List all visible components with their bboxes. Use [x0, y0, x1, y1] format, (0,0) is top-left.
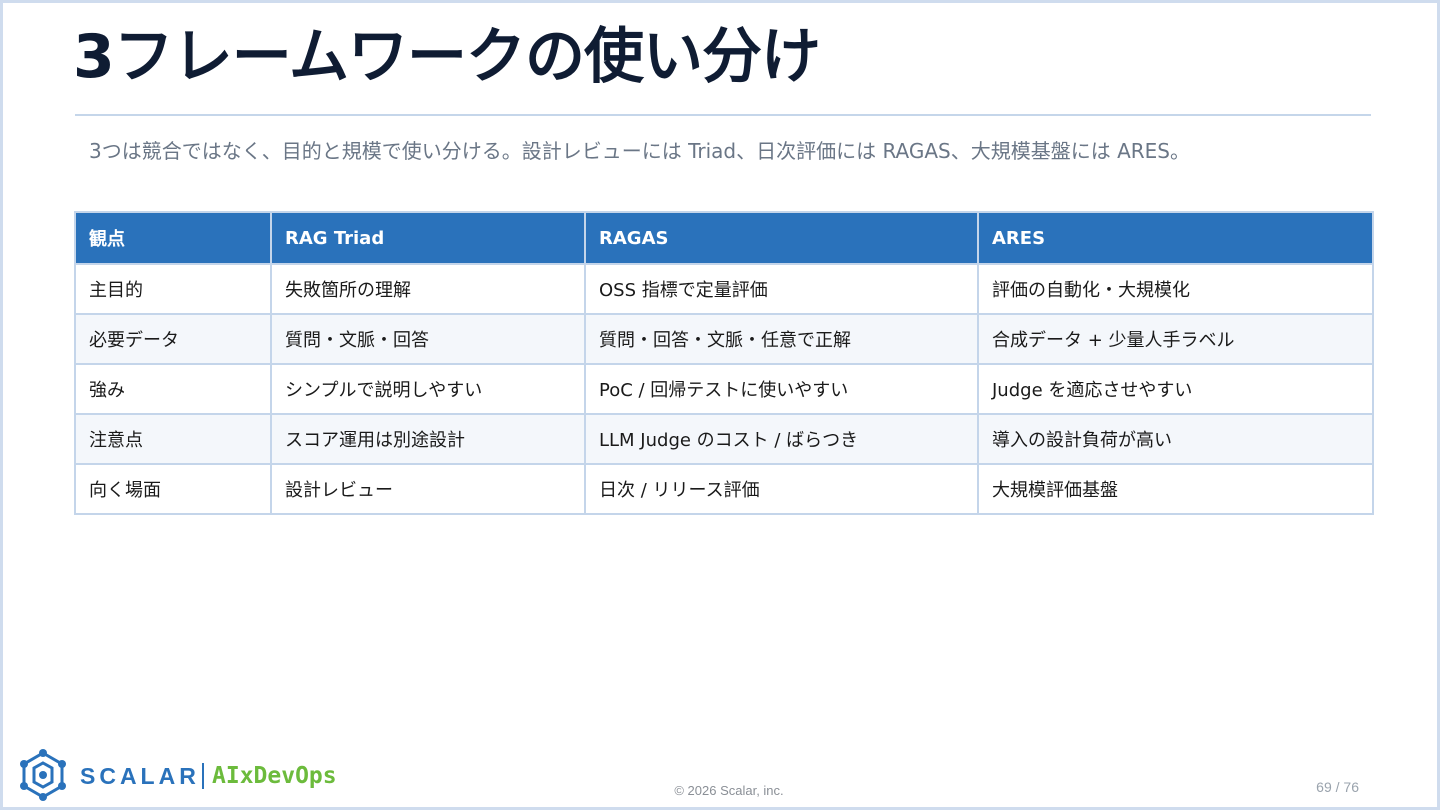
cell-ragas: OSS 指標で定量評価	[584, 263, 979, 315]
cell-ares: 大規模評価基盤	[977, 463, 1374, 515]
page-number: 69 / 76	[1316, 779, 1359, 795]
header-ares: ARES	[977, 211, 1374, 265]
row-label: 注意点	[74, 413, 272, 465]
cell-ragas: 質問・回答・文脈・任意で正解	[584, 313, 979, 365]
page-title: 3フレームワークの使い分け	[73, 22, 821, 92]
cell-ares: Judge を適応させやすい	[977, 363, 1374, 415]
cell-rag-triad: シンプルで説明しやすい	[270, 363, 586, 415]
cell-rag-triad: 質問・文脈・回答	[270, 313, 586, 365]
cell-ares: 導入の設計負荷が高い	[977, 413, 1374, 465]
table-row: 必要データ 質問・文脈・回答 質問・回答・文脈・任意で正解 合成データ + 少量…	[74, 313, 1374, 365]
header-aspect: 観点	[74, 211, 272, 265]
cell-ragas: LLM Judge のコスト / ばらつき	[584, 413, 979, 465]
row-label: 必要データ	[74, 313, 272, 365]
row-label: 向く場面	[74, 463, 272, 515]
title-divider	[75, 114, 1371, 116]
cell-rag-triad: 失敗箇所の理解	[270, 263, 586, 315]
slide-subtitle: 3つは競合ではなく、目的と規模で使い分ける。設計レビューには Triad、日次評…	[89, 139, 1191, 163]
cell-ragas: PoC / 回帰テストに使いやすい	[584, 363, 979, 415]
table-row: 注意点 スコア運用は別途設計 LLM Judge のコスト / ばらつき 導入の…	[74, 413, 1374, 465]
slide: 3フレームワークの使い分け 3つは競合ではなく、目的と規模で使い分ける。設計レビ…	[0, 0, 1440, 810]
row-label: 強み	[74, 363, 272, 415]
cell-rag-triad: 設計レビュー	[270, 463, 586, 515]
copyright: © 2026 Scalar, inc.	[674, 783, 784, 798]
header-rag-triad: RAG Triad	[270, 211, 586, 265]
row-label: 主目的	[74, 263, 272, 315]
table-row: 強み シンプルで説明しやすい PoC / 回帰テストに使いやすい Judge を…	[74, 363, 1374, 415]
cell-ares: 評価の自動化・大規模化	[977, 263, 1374, 315]
table-row: 向く場面 設計レビュー 日次 / リリース評価 大規模評価基盤	[74, 463, 1374, 515]
cell-ragas: 日次 / リリース評価	[584, 463, 979, 515]
header-ragas: RAGAS	[584, 211, 979, 265]
table-row: 主目的 失敗箇所の理解 OSS 指標で定量評価 評価の自動化・大規模化	[74, 263, 1374, 315]
comparison-table: 観点 RAG Triad RAGAS ARES 主目的 失敗箇所の理解 OSS …	[74, 211, 1374, 515]
table-header-row: 観点 RAG Triad RAGAS ARES	[74, 211, 1374, 265]
cell-rag-triad: スコア運用は別途設計	[270, 413, 586, 465]
cell-ares: 合成データ + 少量人手ラベル	[977, 313, 1374, 365]
